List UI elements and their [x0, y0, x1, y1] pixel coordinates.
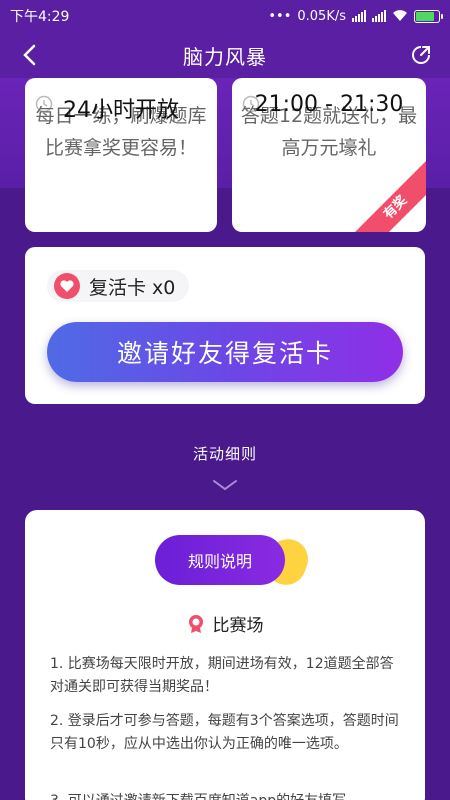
page-title: 脑力风暴 — [183, 44, 267, 69]
back-button[interactable] — [14, 40, 44, 70]
revive-chip: 复活卡 x0 — [47, 270, 190, 302]
heart-icon — [54, 273, 80, 299]
contest-mode-time: 21:00 - 21:30 — [254, 92, 404, 117]
status-bar: 下午4:29 ••• 0.05K/s — [0, 0, 450, 32]
signal-icon — [352, 10, 366, 22]
rules-button[interactable]: 规则说明 — [155, 533, 314, 591]
prize-ribbon: 有奖 — [345, 157, 426, 232]
more-dots-icon: ••• — [268, 8, 292, 24]
back-arrow-icon — [23, 44, 36, 66]
battery-icon — [414, 9, 443, 23]
network-speed: 0.05K/s — [297, 8, 346, 24]
rule-item-1: 1. 比赛场每天限时开放，期间进场有效，12道题全部答对通关即可获得当期奖品！ — [50, 656, 394, 695]
medal-icon — [188, 614, 203, 633]
rules-button-label: 规则说明 — [155, 535, 285, 585]
rules-heading: 活动细则 — [192, 445, 257, 463]
app-header: 脑力风暴 — [0, 32, 450, 78]
status-time: 下午4:29 — [10, 9, 70, 25]
chevron-down-icon[interactable] — [212, 476, 238, 495]
share-button[interactable] — [406, 40, 436, 70]
revive-count: 复活卡 x0 — [89, 276, 176, 299]
arena-title: 比赛场 — [25, 611, 425, 636]
hd-signal-icon — [372, 10, 386, 22]
rules-card: 规则说明 比赛场 1. 比赛场每天限时开放，期间进场有效，12道题全部答对通关即… — [25, 510, 425, 800]
rule-item-3: 3. 可以通过邀请新下载百度知道app的好友填写 — [50, 790, 403, 800]
rule-item-2: 2. 登录后才可参与答题，每题有3个答案选项，答题时间只有10秒，应从中选出你认… — [50, 713, 399, 752]
practice-mode-time: 24小时开放 — [63, 98, 179, 123]
wifi-icon — [393, 10, 407, 21]
contest-mode-card[interactable]: 答题12题就送礼，最高万元壕礼 21:00 - 21:30 有奖 — [232, 78, 426, 232]
share-icon — [412, 46, 430, 64]
arena-title-text: 比赛场 — [212, 616, 264, 636]
invite-friends-button[interactable]: 邀请好友得复活卡 — [47, 322, 403, 382]
revive-card: 复活卡 x0 邀请好友得复活卡 — [25, 247, 425, 404]
status-icons: ••• 0.05K/s — [268, 8, 443, 24]
practice-mode-card[interactable]: 每日一练，刷爆题库 比赛拿奖更容易！ 24小时开放 — [25, 78, 217, 232]
